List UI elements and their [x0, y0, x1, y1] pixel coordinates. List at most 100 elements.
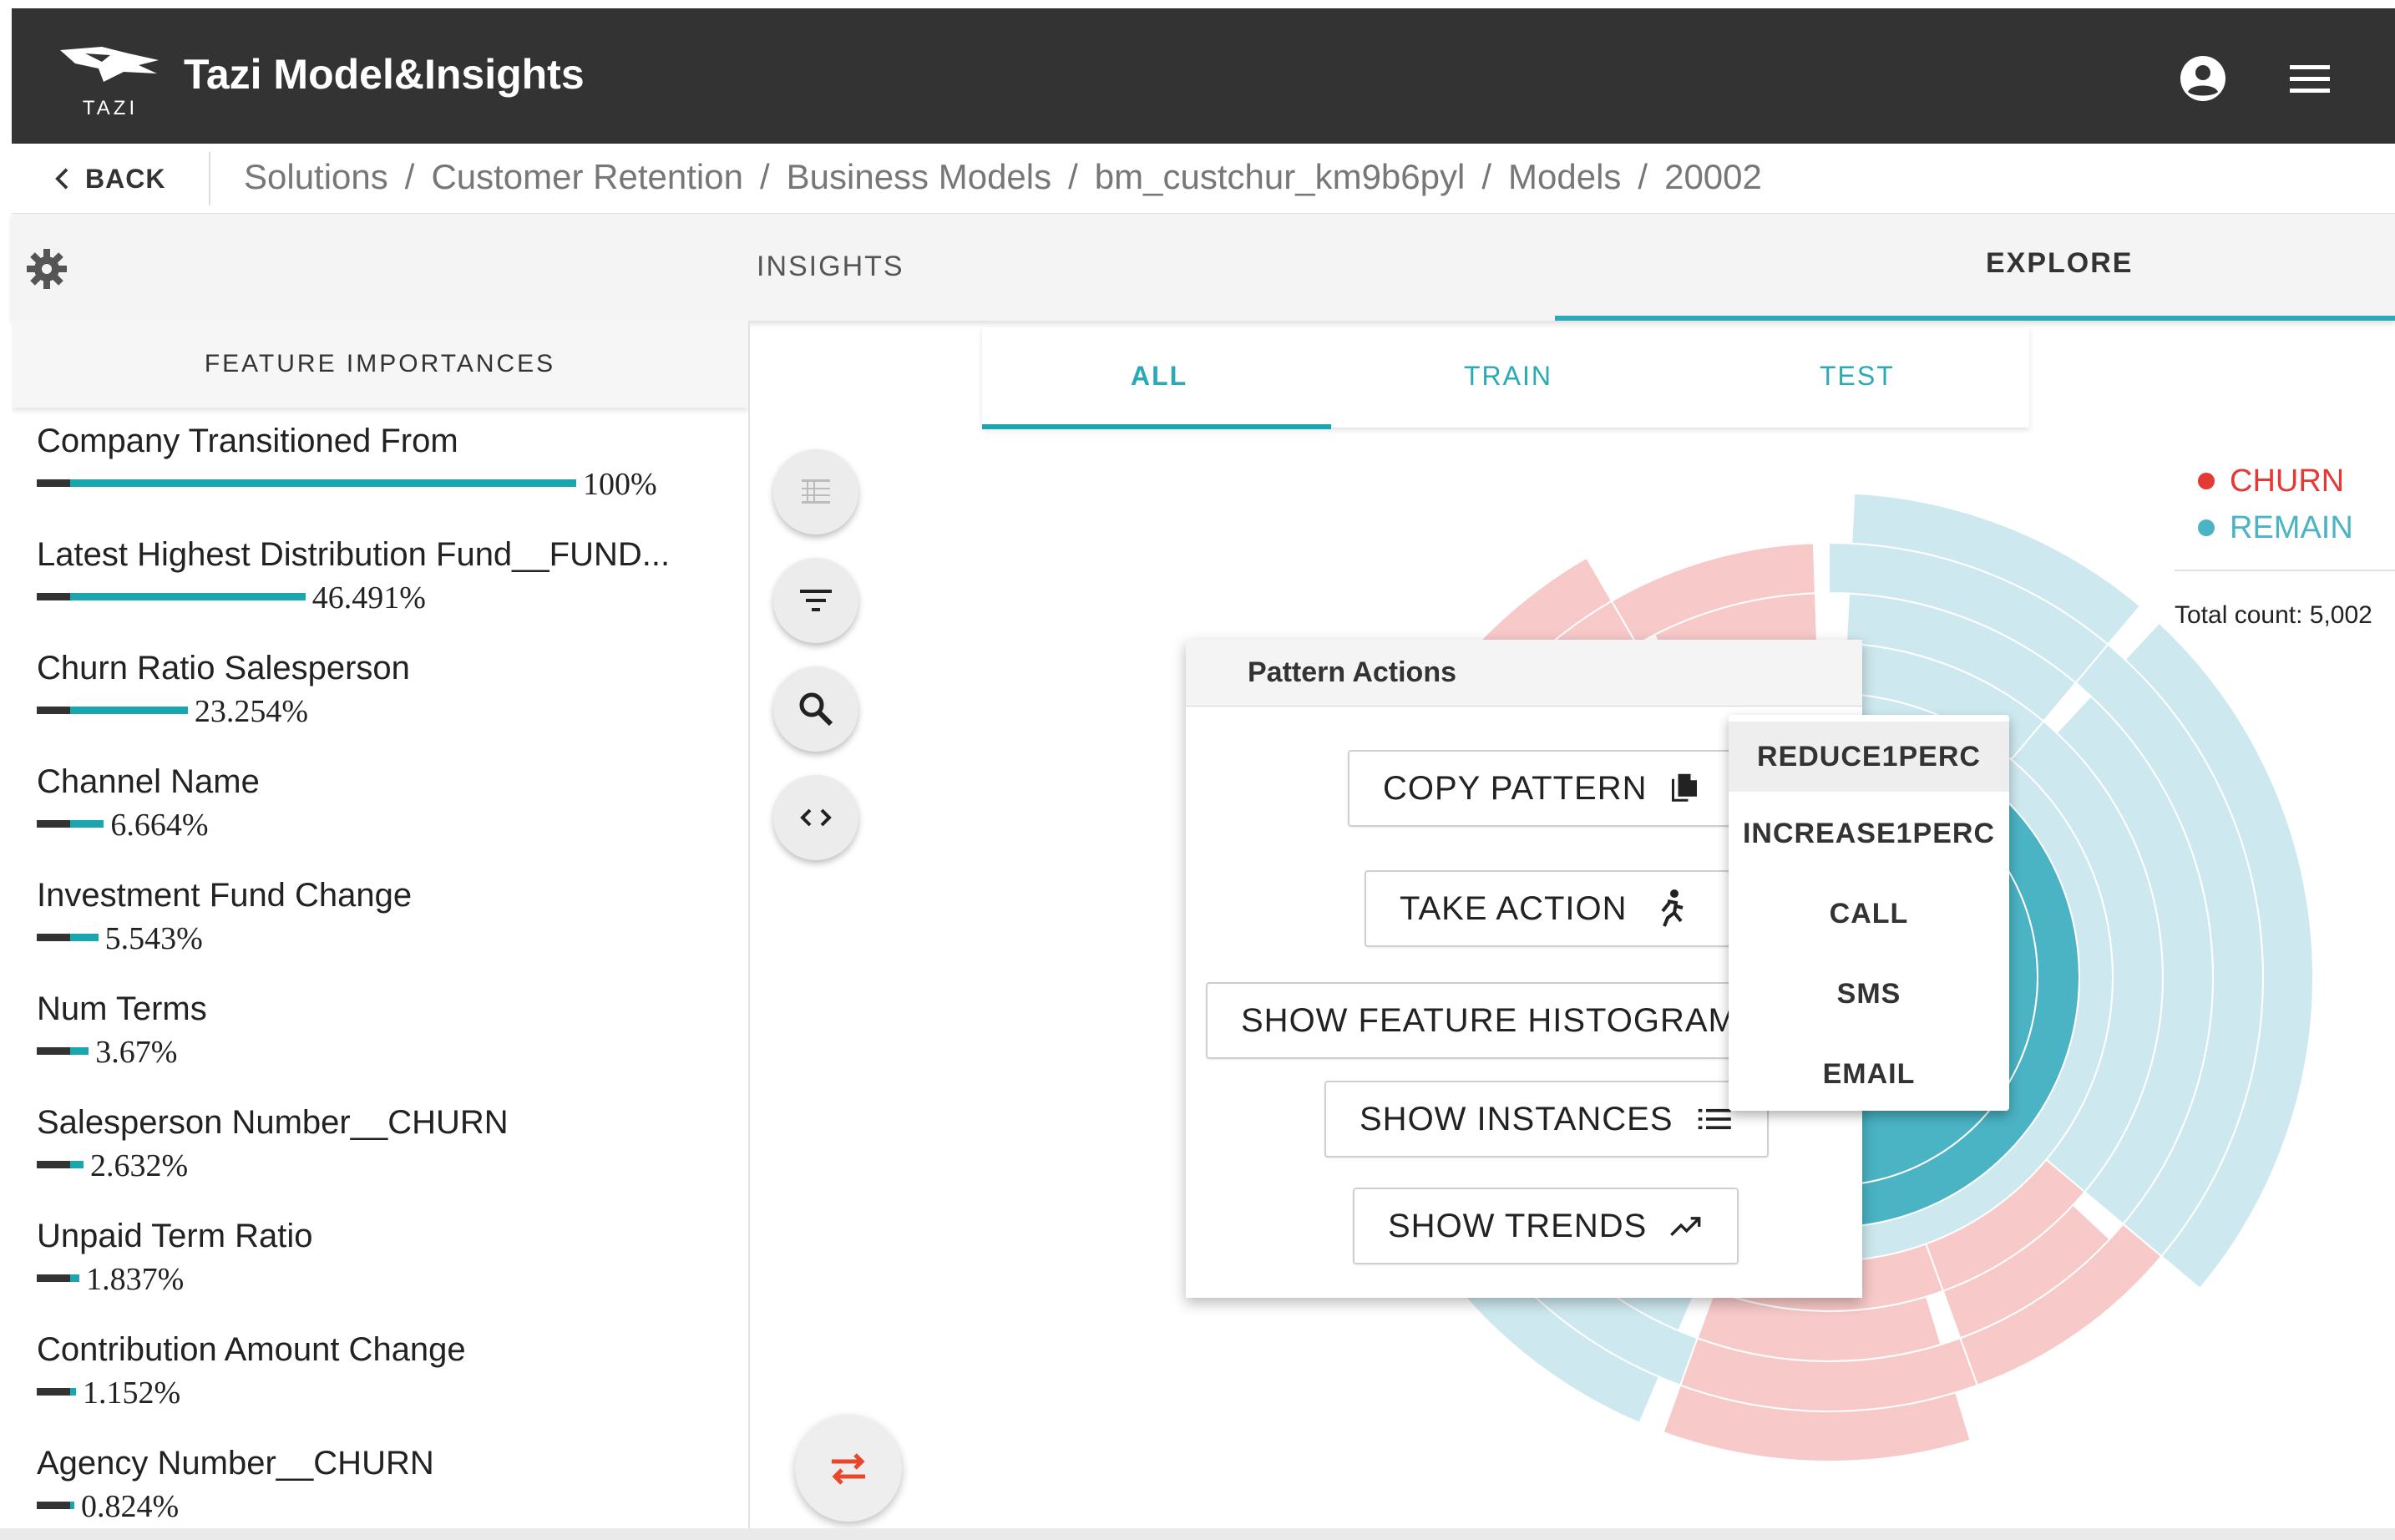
feature-importance-value: 6.664% [110, 808, 209, 843]
filter-button[interactable] [773, 558, 858, 643]
code-button[interactable] [773, 775, 858, 860]
show-trends-label: SHOW TRENDS [1388, 1207, 1648, 1244]
tab-train[interactable]: TRAIN [1464, 361, 1552, 392]
gear-icon[interactable] [25, 247, 68, 291]
legend-divider [2175, 570, 2395, 571]
app-bar: TAZI Tazi Model&Insights [12, 8, 2395, 144]
bar-base [37, 1502, 70, 1509]
bar-fill [70, 1274, 80, 1282]
tazi-logo-icon [60, 47, 159, 82]
action-menu-item-increase1perc[interactable]: INCREASE1PERC [1729, 798, 2009, 869]
feature-name: Contribution Amount Change [37, 1331, 466, 1368]
feature-importance-item[interactable]: Company Transitioned From 100% [37, 419, 738, 533]
bar-fill [70, 1161, 84, 1168]
breadcrumb-separator: / [1638, 157, 1648, 196]
feature-name: Num Terms [37, 990, 207, 1027]
bar-fill [70, 1502, 74, 1509]
bar-fill [70, 593, 306, 600]
feature-name: Latest Highest Distribution Fund__FUND..… [37, 536, 671, 573]
app-title: Tazi Model&Insights [184, 51, 585, 98]
feature-name: Salesperson Number__CHURN [37, 1104, 509, 1141]
feature-name: Agency Number__CHURN [37, 1445, 434, 1482]
bottom-edge [0, 1528, 2395, 1540]
bar-base [37, 707, 70, 714]
feature-importance-value: 1.837% [86, 1262, 185, 1297]
breadcrumb-solutions[interactable]: Solutions [244, 157, 388, 197]
feature-importance-item[interactable]: Latest Highest Distribution Fund__FUND..… [37, 533, 738, 646]
breadcrumb-customer-retention[interactable]: Customer Retention [431, 157, 743, 197]
account-circle-icon[interactable] [2180, 55, 2226, 102]
tab-all[interactable]: ALL [1131, 361, 1187, 392]
table-view-button[interactable] [773, 449, 858, 534]
show-instances-button[interactable]: SHOW INSTANCES [1324, 1081, 1769, 1158]
action-menu-item-call[interactable]: CALL [1729, 879, 2009, 949]
breadcrumb-models[interactable]: Models [1508, 157, 1621, 197]
tab-explore[interactable]: EXPLORE [1986, 247, 2133, 280]
feature-importance-item[interactable]: Churn Ratio Salesperson 23.254% [37, 646, 738, 760]
bar-base [37, 1388, 70, 1396]
feature-importance-bar: 2.632% [37, 1147, 738, 1183]
feature-importance-value: 2.632% [89, 1148, 189, 1183]
code-icon [800, 808, 832, 827]
legend-item-remain[interactable]: REMAIN [2198, 504, 2353, 551]
feature-importance-bar: 3.67% [37, 1034, 738, 1070]
breadcrumb-business-models[interactable]: Business Models [787, 157, 1051, 197]
show-feature-histograms-label: SHOW FEATURE HISTOGRAMS [1241, 1001, 1760, 1039]
legend-item-churn[interactable]: CHURN [2198, 458, 2353, 504]
total-count: Total count: 5,002 [2175, 601, 2372, 629]
feature-name: Churn Ratio Salesperson [37, 650, 410, 686]
bar-fill [70, 1047, 89, 1055]
run-icon [1660, 889, 1684, 927]
feature-importance-item[interactable]: Unpaid Term Ratio 1.837% [37, 1214, 738, 1328]
breadcrumb-model-id: 20002 [1664, 157, 1762, 196]
feature-importance-item[interactable]: Investment Fund Change 5.543% [37, 874, 738, 987]
swap-icon [832, 1453, 865, 1485]
breadcrumb-separator: / [1068, 157, 1078, 196]
chevron-left-icon [55, 168, 68, 190]
breadcrumb: Solutions / Customer Retention / Busines… [244, 157, 1762, 197]
tazi-logo[interactable]: TAZI [52, 35, 169, 127]
feature-name: Company Transitioned From [37, 423, 458, 459]
feature-importance-item[interactable]: Channel Name 6.664% [37, 760, 738, 874]
copy-pattern-button[interactable]: COPY PATTERN [1348, 750, 1735, 827]
feature-importance-bar: 100% [37, 466, 738, 502]
action-menu-item-sms[interactable]: SMS [1729, 959, 2009, 1029]
feature-importance-value: 5.543% [104, 921, 203, 956]
action-menu-item-email[interactable]: EMAIL [1729, 1039, 2009, 1109]
feature-importance-value: 23.254% [194, 694, 309, 729]
legend-label-remain: REMAIN [2230, 509, 2353, 545]
feature-importance-value: 100% [583, 467, 657, 502]
breadcrumb-business-model-id[interactable]: bm_custchur_km9b6pyl [1095, 157, 1466, 197]
feature-importance-item[interactable]: Num Terms 3.67% [37, 987, 738, 1101]
active-tab-indicator [1555, 316, 2395, 321]
back-button[interactable]: BACK [50, 159, 165, 199]
feature-importances-panel: FEATURE IMPORTANCES Company Transitioned… [12, 321, 750, 1540]
tab-test[interactable]: TEST [1820, 361, 1895, 392]
hamburger-menu-icon[interactable] [2286, 60, 2333, 99]
swap-button[interactable] [795, 1415, 902, 1522]
feature-name: Unpaid Term Ratio [37, 1218, 313, 1254]
active-subtab-indicator [982, 424, 1331, 429]
take-action-button[interactable]: TAKE ACTION [1365, 870, 1730, 947]
legend-dot-churn [2198, 473, 2215, 489]
bar-base [37, 820, 70, 828]
copy-icon [1671, 773, 1697, 802]
show-feature-histograms-button[interactable]: SHOW FEATURE HISTOGRAMS [1206, 982, 1775, 1059]
bar-base [37, 1274, 70, 1282]
search-button[interactable] [773, 666, 858, 752]
search-icon [799, 692, 833, 727]
bar-base [37, 479, 70, 487]
feature-importance-value: 46.491% [311, 580, 426, 615]
feature-importance-item[interactable]: Agency Number__CHURN 0.824% [37, 1441, 738, 1540]
divider [209, 152, 210, 205]
legend-dot-remain [2198, 519, 2215, 536]
breadcrumb-separator: / [1481, 157, 1492, 196]
feature-importance-item[interactable]: Contribution Amount Change 1.152% [37, 1328, 738, 1441]
logo-text: TAZI [82, 97, 139, 119]
action-menu-item-reduce1perc[interactable]: REDUCE1PERC [1729, 722, 2009, 792]
feature-importance-item[interactable]: Salesperson Number__CHURN 2.632% [37, 1101, 738, 1214]
bar-fill [70, 820, 104, 828]
tab-insights[interactable]: INSIGHTS [757, 251, 904, 283]
show-trends-button[interactable]: SHOW TRENDS [1353, 1188, 1739, 1264]
feature-importance-bar: 1.837% [37, 1261, 738, 1297]
